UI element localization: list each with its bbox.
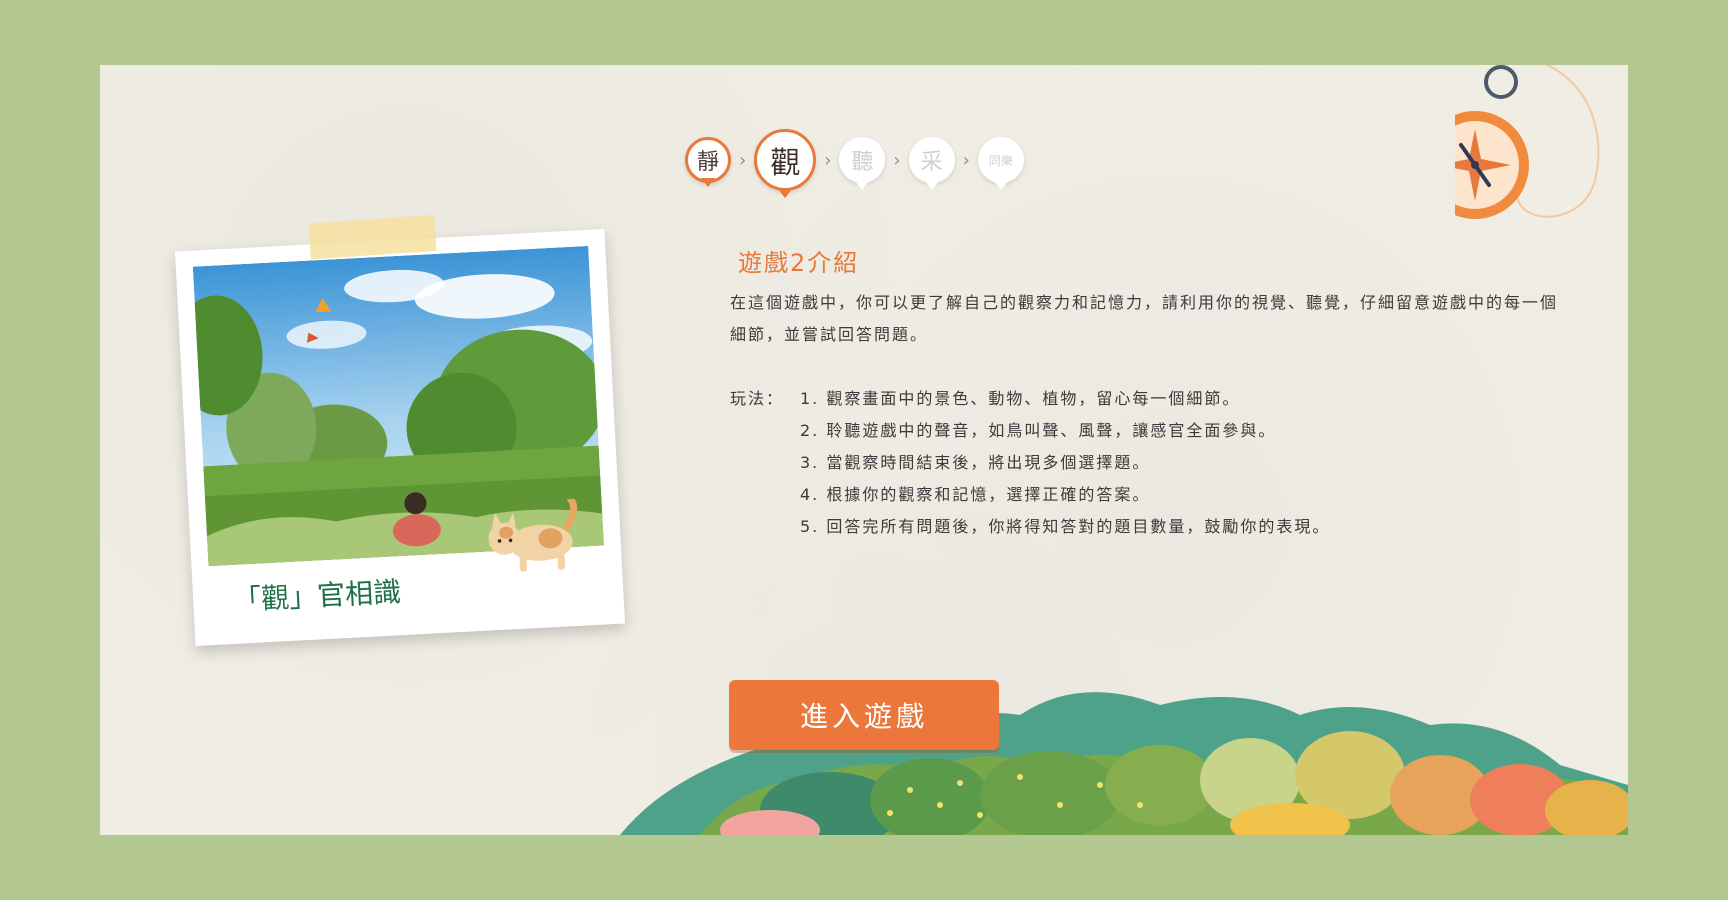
step-label: 觀 <box>770 146 801 181</box>
intro-panel: 靜 › 觀 › 聽 › 采 › 同樂 「觀」官相識 遊戲2介紹 在這個遊戲中，你… <box>100 65 1628 835</box>
step-label: 同樂 <box>988 153 1013 168</box>
step-label: 聽 <box>851 150 874 175</box>
step-5-fun[interactable]: 同樂 <box>977 137 1024 190</box>
step-progress: 靜 › 觀 › 聽 › 采 › 同樂 <box>685 120 1024 200</box>
rule-item: 3. 當觀察時間結束後，將出現多個選擇題。 <box>800 453 1151 472</box>
step-2-observe[interactable]: 觀 <box>754 129 817 198</box>
chevron-right-icon: › <box>739 149 747 171</box>
enter-game-button[interactable]: 進入遊戲 <box>729 680 999 750</box>
rule-item: 1. 觀察畫面中的景色、動物、植物，留心每一個細節。 <box>800 389 1241 408</box>
chevron-right-icon: › <box>962 149 970 171</box>
chevron-right-icon: › <box>824 149 832 171</box>
photo-caption: 「觀」官相識 <box>232 575 402 617</box>
rules-label: 玩法： <box>730 389 785 408</box>
rule-item: 4. 根據你的觀察和記憶，選擇正確的答案。 <box>800 485 1151 504</box>
photo-card: 「觀」官相識 <box>174 214 626 646</box>
rule-item: 2. 聆聽遊戲中的聲音，如鳥叫聲、風聲，讓感官全面參與。 <box>800 421 1277 440</box>
tape-decoration <box>308 214 437 260</box>
step-3-listen[interactable]: 聽 <box>839 137 886 190</box>
step-label: 靜 <box>696 150 719 175</box>
rule-item: 5. 回答完所有問題後，你將得知答對的題目數量，鼓勵你的表現。 <box>800 517 1331 536</box>
step-4-gather[interactable]: 采 <box>908 137 955 190</box>
cat-illustration <box>488 498 578 572</box>
step-1-quiet[interactable]: 靜 <box>685 137 731 187</box>
compass-icon <box>1455 65 1600 219</box>
intro-title: 遊戲2介紹 <box>738 249 860 277</box>
intro-description: 在這個遊戲中，你可以更了解自己的觀察力和記憶力，請利用你的視覺、聽覺，仔細留意遊… <box>730 293 1559 344</box>
rules-list: 1. 觀察畫面中的景色、動物、植物，留心每一個細節。 2. 聆聽遊戲中的聲音，如… <box>800 383 1560 543</box>
step-label: 采 <box>920 150 943 175</box>
chevron-right-icon: › <box>893 149 901 171</box>
